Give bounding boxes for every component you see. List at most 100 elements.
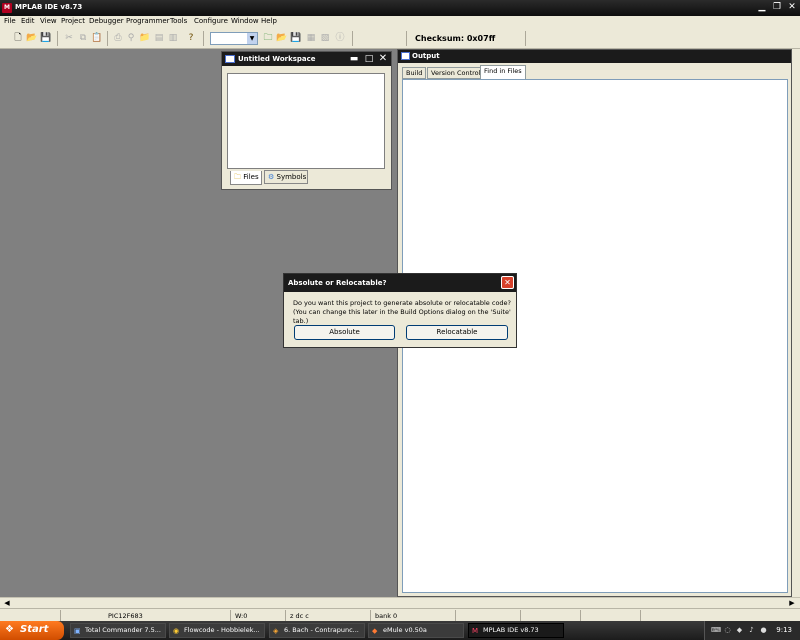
save-workspace-icon[interactable]: 💾 (290, 32, 302, 44)
task-label: eMule v0.50a (383, 626, 427, 634)
dialog-message-line2: (You can change this later in the Build … (293, 308, 511, 325)
menu-debugger[interactable]: Debugger (89, 17, 124, 25)
minimize-icon[interactable]: ▬ (348, 53, 360, 65)
status-divider (640, 610, 641, 621)
menu-configure[interactable]: Configure (194, 17, 228, 25)
scroll-right-icon[interactable]: ▶ (787, 598, 797, 608)
dialog-message: Do you want this project to generate abs… (293, 299, 516, 326)
workspace-title-bar[interactable]: Untitled Workspace ▬ □ ✕ (222, 52, 391, 66)
status-divider (60, 610, 61, 621)
cut-icon[interactable]: ✂ (63, 32, 75, 44)
dialog-title: Absolute or Relocatable? (288, 279, 387, 287)
open-folder-icon[interactable]: 📂 (26, 32, 38, 44)
menu-help[interactable]: Help (261, 17, 277, 25)
remove-files-icon[interactable]: ▧ (319, 32, 331, 44)
tab-find-in-files[interactable]: Find in Files (480, 65, 526, 79)
start-button[interactable]: ❖ Start (0, 621, 64, 640)
toolbar: 🗋 📂 💾 ✂ ⧉ 📋 ⎙ ⚲ 📁 ▤ ▥ ? ▼ 🗀 📂 💾 ▦ ▧ ⓘ Ch… (0, 28, 800, 49)
menu-project[interactable]: Project (61, 17, 85, 25)
new-project-icon[interactable]: 🗀 (262, 32, 274, 44)
maximize-icon[interactable]: □ (363, 53, 375, 65)
add-files-icon[interactable]: ▦ (305, 32, 317, 44)
restore-button[interactable]: ❐ (771, 2, 783, 13)
symbols-icon: ⚙ (268, 173, 275, 181)
task-label: Flowcode - Hobbielek... (184, 626, 260, 634)
status-flags: z dc c (290, 612, 309, 620)
absolute-button[interactable]: Absolute (294, 325, 395, 340)
network-icon[interactable]: ◌ (723, 626, 732, 635)
taskbar: ❖ Start ▣ Total Commander 7.5... ◉ Flowc… (0, 621, 800, 640)
status-divider (580, 610, 581, 621)
workspace-title: Untitled Workspace (238, 55, 316, 63)
paste-icon[interactable]: 📋 (91, 32, 103, 44)
title-bar: M MPLAB IDE v8.73 ▁ ❐ ✕ (0, 0, 800, 16)
status-divider (455, 610, 456, 621)
info-icon[interactable]: ⓘ (334, 32, 346, 44)
help-icon[interactable]: ? (185, 32, 197, 44)
open-workspace-icon[interactable]: 📂 (276, 32, 288, 44)
toolbar-separator (525, 31, 526, 46)
flowcode-icon: ◉ (173, 627, 180, 635)
absolute-relocatable-dialog: Absolute or Relocatable? ✕ Do you want t… (283, 273, 517, 348)
status-device: PIC12F683 (108, 612, 143, 620)
menu-file[interactable]: File (4, 17, 16, 25)
tab-files-label: Files (243, 173, 259, 181)
copy-icon[interactable]: ⧉ (77, 32, 89, 44)
status-divider (230, 610, 231, 621)
task-flowcode[interactable]: ◉ Flowcode - Hobbielek... (169, 623, 265, 638)
status-bar: PIC12F683 W:0 z dc c bank 0 (0, 608, 800, 621)
mplab-logo-icon: M (472, 627, 479, 635)
build-config-select[interactable]: ▼ (210, 32, 258, 45)
clock: 9:13 (776, 626, 792, 634)
task-mplab[interactable]: M MPLAB IDE v8.73 (468, 623, 564, 638)
open-project-icon[interactable]: 📁 (139, 32, 151, 44)
dialog-message-line1: Do you want this project to generate abs… (293, 299, 511, 307)
menu-tools[interactable]: Tools (170, 17, 187, 25)
chevron-down-icon: ▼ (247, 33, 257, 44)
volume-icon[interactable]: ♪ (747, 626, 756, 635)
output-title-bar[interactable]: Output (398, 50, 791, 63)
close-button[interactable]: ✕ (786, 2, 798, 13)
new-file-icon[interactable]: 🗋 (12, 32, 24, 44)
find-icon[interactable]: ⚲ (125, 32, 137, 44)
dialog-title-bar[interactable]: Absolute or Relocatable? ✕ (284, 274, 516, 292)
toolbar-separator (107, 31, 108, 46)
scroll-left-icon[interactable]: ◀ (2, 598, 12, 608)
horizontal-scrollbar[interactable]: ◀ ▶ (0, 597, 800, 608)
menu-edit[interactable]: Edit (21, 17, 35, 25)
print-icon[interactable]: ⎙ (112, 32, 124, 44)
status-w-register: W:0 (235, 612, 248, 620)
tab-files[interactable]: 🗀 Files (230, 171, 262, 185)
save-icon[interactable]: 💾 (40, 32, 52, 44)
task-emule[interactable]: ◆ eMule v0.50a (368, 623, 464, 638)
total-commander-icon: ▣ (74, 627, 81, 635)
antivirus-icon[interactable]: ◆ (735, 626, 744, 635)
tab-build[interactable]: Build (402, 67, 427, 79)
toolbar-separator (352, 31, 353, 46)
menu-view[interactable]: View (40, 17, 57, 25)
close-icon[interactable]: ✕ (377, 53, 389, 65)
task-label: 6. Bach - Contrapunc... (284, 626, 359, 634)
menu-programmer[interactable]: Programmer (126, 17, 170, 25)
window-icon (225, 55, 235, 63)
close-icon[interactable]: ✕ (501, 276, 514, 289)
tray-app-icon[interactable]: ● (759, 626, 768, 635)
window-icon (401, 52, 410, 60)
checksum-label: Checksum: 0x07ff (415, 34, 496, 43)
start-label: Start (20, 624, 49, 635)
toolbar-separator (406, 31, 407, 46)
output-title: Output (412, 52, 440, 60)
keyboard-icon[interactable]: ⌨ (711, 626, 721, 635)
make-icon[interactable]: ▥ (167, 32, 179, 44)
menu-window[interactable]: Window (231, 17, 259, 25)
workspace-tree[interactable] (227, 73, 385, 169)
vertical-scrollbar[interactable] (792, 49, 800, 597)
tab-version-control[interactable]: Version Control (427, 67, 485, 79)
tab-symbols[interactable]: ⚙ Symbols (264, 170, 308, 184)
minimize-button[interactable]: ▁ (756, 2, 768, 13)
build-icon[interactable]: ▤ (153, 32, 165, 44)
status-bank: bank 0 (375, 612, 398, 620)
relocatable-button[interactable]: Relocatable (406, 325, 508, 340)
task-bach[interactable]: ◈ 6. Bach - Contrapunc... (269, 623, 365, 638)
task-total-commander[interactable]: ▣ Total Commander 7.5... (70, 623, 166, 638)
